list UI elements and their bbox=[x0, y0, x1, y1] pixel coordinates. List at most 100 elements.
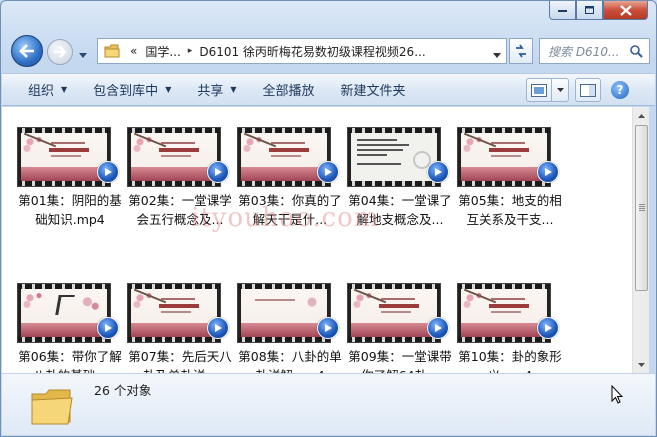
play-icon bbox=[545, 168, 552, 176]
media-player-icon bbox=[207, 161, 229, 183]
address-dropdown[interactable] bbox=[493, 47, 501, 61]
details-pane: 26 个对象 bbox=[2, 373, 655, 435]
explorer-window: « 国学... ▸ D6101 徐丙昕梅花易数初级课程视频26... 搜索 D6… bbox=[0, 0, 657, 437]
help-icon: ? bbox=[611, 81, 629, 99]
change-view-button[interactable] bbox=[526, 78, 552, 102]
play-icon bbox=[325, 324, 332, 332]
video-thumbnail bbox=[127, 127, 221, 187]
video-thumbnail bbox=[347, 283, 441, 343]
help-button[interactable]: ? bbox=[607, 78, 633, 102]
file-list: 第01集：阴阳的基础知识.mp4 第02集：一堂课学会五行概念及... 第03集：你… bbox=[2, 107, 632, 373]
view-controls: ? bbox=[526, 78, 633, 102]
search-box[interactable]: 搜索 D610... bbox=[539, 38, 650, 64]
refresh-icon bbox=[516, 44, 526, 58]
chevron-down-icon bbox=[493, 53, 501, 58]
breadcrumb-separator[interactable]: ▸ bbox=[185, 46, 196, 56]
media-player-icon bbox=[317, 317, 339, 339]
navigation-bar: « 国学... ▸ D6101 徐丙昕梅花易数初级课程视频26... 搜索 D6… bbox=[9, 34, 650, 67]
file-name: 第05集：地支的相互关系及干支... bbox=[458, 193, 562, 227]
address-bar[interactable]: « 国学... ▸ D6101 徐丙昕梅花易数初级课程视频26... bbox=[97, 38, 507, 64]
video-thumbnail bbox=[17, 283, 111, 343]
media-player-icon bbox=[427, 161, 449, 183]
film-strip bbox=[238, 181, 330, 186]
scrollbar-thumb[interactable] bbox=[635, 125, 648, 291]
film-strip bbox=[18, 181, 110, 186]
file-name: 第08集：八卦的单卦详解.mp4 bbox=[238, 349, 342, 373]
video-thumbnail bbox=[347, 127, 441, 187]
film-strip bbox=[458, 181, 550, 186]
video-thumbnail bbox=[237, 127, 331, 187]
film-strip bbox=[348, 337, 440, 342]
play-icon bbox=[325, 168, 332, 176]
video-thumbnail bbox=[127, 283, 221, 343]
vertical-scrollbar[interactable] bbox=[632, 107, 649, 373]
include-in-library-menu[interactable]: 包含到库中 ▼ bbox=[80, 74, 184, 105]
media-player-icon bbox=[317, 161, 339, 183]
chevron-down-icon: ▼ bbox=[61, 85, 68, 94]
back-button[interactable] bbox=[11, 35, 43, 67]
media-player-icon bbox=[97, 161, 119, 183]
refresh-button[interactable] bbox=[509, 38, 533, 64]
organize-menu[interactable]: 组织 ▼ bbox=[2, 74, 80, 105]
arrow-right-icon bbox=[54, 46, 67, 58]
play-all-button[interactable]: 全部播放 bbox=[250, 74, 328, 105]
watermark: ityouhao.com bbox=[191, 203, 380, 233]
scroll-down-button[interactable] bbox=[633, 356, 650, 373]
folder-icon bbox=[104, 44, 120, 58]
film-strip bbox=[18, 337, 110, 342]
caption-buttons bbox=[549, 1, 648, 20]
chevron-down-icon: ▼ bbox=[165, 85, 172, 94]
item-count: 26 个对象 bbox=[94, 383, 152, 398]
video-thumbnail bbox=[457, 283, 551, 343]
file-name: 第01集：阴阳的基础知识.mp4 bbox=[18, 193, 122, 227]
preview-pane-icon bbox=[580, 83, 596, 97]
file-name: 第07集：先后天八卦及单卦详... bbox=[128, 349, 232, 373]
forward-button[interactable] bbox=[47, 39, 73, 65]
breadcrumb-current[interactable]: D6101 徐丙昕梅花易数初级课程视频26... bbox=[195, 43, 429, 60]
minimize-button[interactable] bbox=[549, 1, 576, 20]
view-options-dropdown[interactable] bbox=[552, 78, 569, 102]
play-icon bbox=[215, 324, 222, 332]
play-icon bbox=[215, 168, 222, 176]
video-thumbnail bbox=[237, 283, 331, 343]
film-strip bbox=[128, 337, 220, 342]
new-folder-button[interactable]: 新建文件夹 bbox=[328, 74, 419, 105]
chevron-down-icon bbox=[79, 53, 87, 58]
film-strip bbox=[458, 337, 550, 342]
organize-label: 组织 bbox=[28, 84, 55, 99]
new-folder-label: 新建文件夹 bbox=[340, 84, 406, 99]
breadcrumb-item[interactable]: 国学... bbox=[141, 43, 184, 60]
film-strip bbox=[348, 181, 440, 186]
maximize-button[interactable] bbox=[576, 1, 603, 20]
breadcrumb-overflow[interactable]: « bbox=[126, 44, 141, 58]
media-player-icon bbox=[537, 161, 559, 183]
search-icon bbox=[630, 44, 643, 58]
media-player-icon bbox=[97, 317, 119, 339]
video-thumbnail bbox=[17, 127, 111, 187]
preview-pane-button[interactable] bbox=[575, 78, 601, 102]
play-icon bbox=[105, 168, 112, 176]
film-strip bbox=[128, 181, 220, 186]
maximize-icon bbox=[584, 5, 594, 14]
film-strip bbox=[238, 337, 330, 342]
file-name: 第09集：一堂课带你了解64卦... bbox=[348, 349, 452, 373]
file-name: 第06集：带你了解八卦的基础... bbox=[18, 349, 122, 373]
include-in-library-label: 包含到库中 bbox=[93, 84, 159, 99]
chevron-down-icon bbox=[556, 88, 564, 92]
video-thumbnail bbox=[457, 127, 551, 187]
close-button[interactable] bbox=[603, 1, 648, 20]
file-name: 第10集：卦的象形义.mp4 bbox=[458, 349, 562, 373]
media-player-icon bbox=[207, 317, 229, 339]
play-all-label: 全部播放 bbox=[262, 84, 315, 99]
view-icon bbox=[531, 83, 547, 97]
share-menu[interactable]: 共享 ▼ bbox=[184, 74, 249, 105]
recent-pages-dropdown[interactable] bbox=[79, 47, 87, 61]
play-icon bbox=[435, 168, 442, 176]
search-input[interactable]: 搜索 D610... bbox=[548, 43, 630, 60]
close-icon bbox=[619, 4, 632, 16]
arrow-left-icon bbox=[19, 44, 34, 58]
folder-icon bbox=[31, 389, 73, 425]
play-icon bbox=[105, 324, 112, 332]
scroll-up-button[interactable] bbox=[633, 107, 650, 124]
play-icon bbox=[435, 324, 442, 332]
